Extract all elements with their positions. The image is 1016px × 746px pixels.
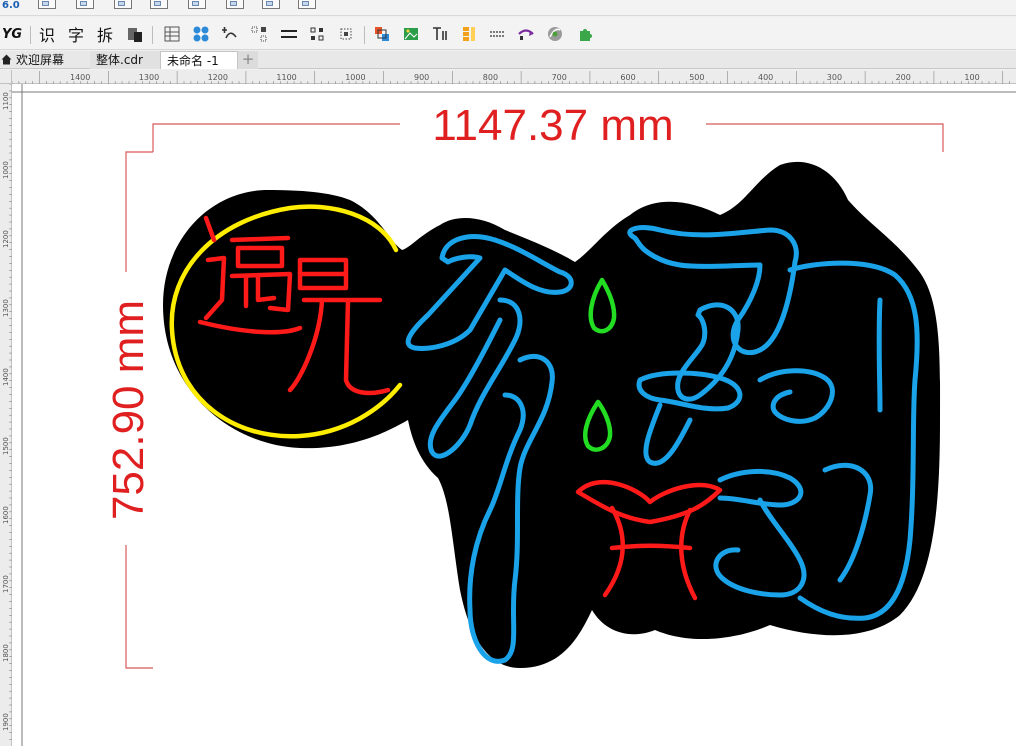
plugin-toolbar: YG 识 字 拆 (0, 17, 1016, 50)
ruler-label: 1000 (2, 161, 10, 179)
ruler-label: 900 (414, 73, 429, 82)
ruler-label: 500 (689, 73, 704, 82)
corner-nodes-icon[interactable] (308, 25, 326, 43)
ruler-label: 100 (964, 73, 979, 82)
zoom-object-icon[interactable] (38, 0, 56, 9)
group-icon[interactable] (76, 0, 94, 9)
vertical-ruler-ticks: 1100 1000 1200 1300 1400 1500 1600 1700 1800 1900 (2, 83, 12, 740)
ruler-label: 1900 (2, 713, 10, 731)
char-button[interactable]: 字 (66, 23, 86, 45)
equal-lines-icon[interactable] (280, 25, 298, 43)
home-icon (1, 54, 12, 65)
recognize-button[interactable]: 识 (37, 23, 57, 45)
ruler-label: 800 (483, 73, 498, 82)
toolbar-separator (152, 26, 153, 44)
dotted-grid-icon[interactable] (250, 25, 268, 43)
stack-bars-icon[interactable] (460, 25, 478, 43)
width-dimension-text: 1147.37 mm (432, 101, 673, 150)
top-toolbar: 6.0 (0, 0, 1016, 16)
color-align-icon[interactable] (373, 25, 391, 43)
image-frame-icon[interactable] (402, 25, 420, 43)
tab-label: 未命名 -1 (167, 54, 219, 68)
scatter-nodes-icon[interactable] (337, 25, 355, 43)
ruler-label: 1400 (2, 368, 10, 386)
ruler-icon[interactable] (114, 0, 132, 9)
app-window: 6.0 YG 识 字 拆 欢迎屏幕 整体.cdr 未命名 -1 + 1400 1… (0, 0, 1016, 746)
arrange-icon[interactable] (188, 0, 206, 9)
ruler-label: 1300 (139, 73, 159, 82)
horizontal-ruler-ticks: 1400 1300 1200 1100 1000 900 800 700 600 500 400 30… (11, 71, 1010, 85)
dot-grid-icon[interactable] (488, 25, 506, 43)
version-label: 6.0 (2, 0, 20, 11)
toolbar-separator (364, 26, 365, 44)
document-tabs: 欢迎屏幕 整体.cdr 未命名 -1 + (0, 51, 1016, 69)
convert-arrow-icon[interactable] (517, 25, 535, 43)
ruler-label: 300 (827, 73, 842, 82)
ruler-label: 1200 (2, 230, 10, 248)
node-curve-icon[interactable] (220, 25, 238, 43)
text-frame-icon[interactable] (150, 0, 168, 9)
horizontal-ruler[interactable]: 1400 1300 1200 1100 1000 900 800 700 600 500 400 30… (11, 70, 1016, 85)
panel-icon[interactable] (298, 0, 316, 9)
ruler-label: 700 (552, 73, 567, 82)
ruler-label: 1300 (2, 299, 10, 317)
ruler-label: 1200 (208, 73, 228, 82)
copy-icon[interactable] (226, 0, 244, 9)
ruler-label: 400 (758, 73, 773, 82)
ruler-label: 1500 (2, 437, 10, 455)
pattern-icon[interactable] (192, 25, 210, 43)
ruler-label: 600 (620, 73, 635, 82)
toolbar-separator (30, 26, 31, 44)
paste-icon[interactable] (126, 25, 144, 43)
ruler-label: 1800 (2, 644, 10, 662)
ruler-label: 1100 (2, 92, 10, 110)
ruler-label: 1600 (2, 506, 10, 524)
ruler-label: 1000 (345, 73, 365, 82)
tab-label: 整体.cdr (96, 53, 143, 67)
tab-welcome-screen[interactable]: 欢迎屏幕 (0, 51, 90, 69)
puzzle-icon[interactable] (576, 25, 594, 43)
table-icon[interactable] (163, 25, 181, 43)
split-button[interactable]: 拆 (95, 23, 115, 45)
tab-document-cdr[interactable]: 整体.cdr (90, 51, 160, 69)
vertical-ruler[interactable]: 1100 1000 1200 1300 1400 1500 1600 1700 1800 1900 (0, 83, 12, 746)
ruler-label: 1700 (2, 575, 10, 593)
brand-logo[interactable]: YG (0, 23, 24, 45)
new-tab-button[interactable]: + (238, 51, 258, 69)
tab-label: 欢迎屏幕 (16, 53, 65, 67)
ruler-corner[interactable] (0, 70, 12, 84)
ruler-label: 1400 (70, 73, 90, 82)
ruler-label: 200 (896, 73, 911, 82)
tab-untitled-active[interactable]: 未命名 -1 (160, 51, 238, 69)
panel-icon[interactable] (262, 0, 280, 9)
ruler-label: 1100 (276, 73, 296, 82)
height-dimension-text: 752.90 mm (104, 300, 153, 520)
text-column-icon[interactable] (431, 25, 449, 43)
ball-gear-icon[interactable] (546, 25, 564, 43)
